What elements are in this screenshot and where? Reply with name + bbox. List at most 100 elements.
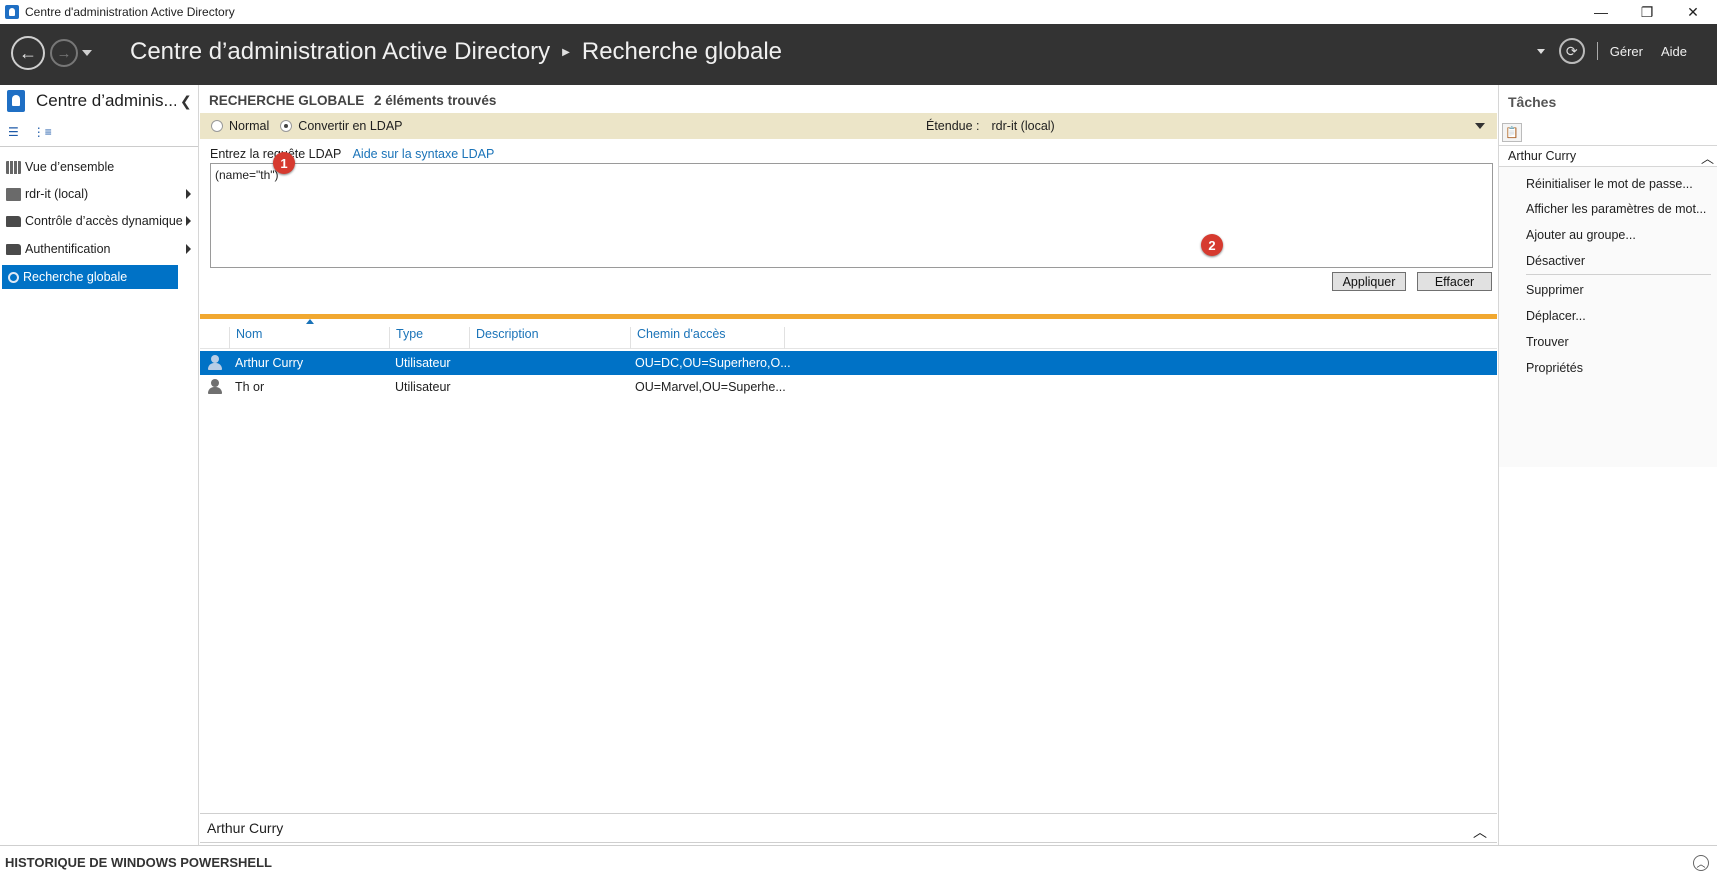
callout-badge-1: 1 bbox=[273, 152, 295, 174]
sidebar-item-authentication[interactable]: Authentification bbox=[0, 237, 199, 261]
search-title: RECHERCHE GLOBALE bbox=[209, 93, 365, 108]
overview-grid-icon bbox=[6, 160, 21, 174]
apply-button[interactable]: Appliquer bbox=[1332, 272, 1406, 291]
sidebar-item-label: Contrôle d’accès dynamique bbox=[25, 214, 183, 228]
arrow-right-icon: → bbox=[56, 44, 72, 62]
arrow-left-icon: ← bbox=[19, 42, 37, 63]
page-title: RECHERCHE GLOBALE 2 éléments trouvés bbox=[209, 93, 496, 108]
window-title: Centre d'administration Active Directory bbox=[25, 5, 235, 19]
manage-menu[interactable]: Gérer bbox=[1610, 44, 1643, 59]
column-header-path[interactable]: Chemin d'accès bbox=[630, 327, 785, 349]
radio-normal-label: Normal bbox=[229, 119, 270, 133]
breadcrumb-current[interactable]: Recherche globale bbox=[582, 38, 782, 66]
ldap-query-input[interactable] bbox=[210, 163, 1493, 268]
task-move[interactable]: Déplacer... bbox=[1526, 309, 1586, 323]
ad-app-icon bbox=[5, 5, 19, 19]
header-dropdown-icon[interactable] bbox=[1536, 48, 1545, 54]
history-dropdown-icon[interactable] bbox=[82, 50, 92, 56]
tree-view-icon[interactable]: ⋮≡ bbox=[33, 125, 52, 139]
sidebar-item-label: Recherche globale bbox=[23, 270, 128, 284]
chevron-up-icon[interactable]: ︿ bbox=[1473, 822, 1487, 842]
expand-arrow-icon[interactable] bbox=[186, 216, 191, 226]
radio-ldap-indicator[interactable] bbox=[280, 120, 293, 132]
detail-title: Arthur Curry bbox=[207, 820, 284, 836]
callout-badge-2: 2 bbox=[1201, 234, 1223, 256]
expand-up-icon[interactable]: ︿ bbox=[1693, 855, 1709, 871]
user-icon bbox=[208, 355, 222, 370]
list-view-icon[interactable]: ☰ bbox=[8, 125, 19, 139]
task-properties[interactable]: Propriétés bbox=[1526, 361, 1583, 375]
folder-icon bbox=[6, 243, 21, 255]
radio-ldap[interactable]: Convertir en LDAP bbox=[280, 119, 403, 133]
app-header: ← → Centre d’administration Active Direc… bbox=[0, 24, 1717, 85]
scope-label: Étendue : bbox=[926, 119, 980, 133]
column-header-description[interactable]: Description bbox=[469, 327, 630, 349]
tasks-title: Tâches bbox=[1508, 94, 1557, 110]
navigation-pane: Centre d’adminis... ❮ ☰ ⋮≡ Vue d’ensembl… bbox=[0, 85, 199, 845]
task-add-to-group[interactable]: Ajouter au groupe... bbox=[1526, 228, 1636, 242]
sidebar-item-label: rdr-it (local) bbox=[25, 187, 89, 201]
close-button[interactable]: ✕ bbox=[1670, 0, 1716, 24]
detail-pane-header[interactable]: Arthur Curry ︿ bbox=[200, 813, 1497, 843]
search-options-bar: Normal Convertir en LDAP Étendue : rdr-i… bbox=[200, 113, 1497, 139]
tasks-pane: Tâches 📋 Arthur Curry ︿ Réinitialiser le… bbox=[1498, 85, 1717, 845]
column-header-name[interactable]: Nom bbox=[229, 327, 389, 349]
clipboard-icon[interactable]: 📋 bbox=[1502, 123, 1522, 142]
cell-type: Utilisateur bbox=[395, 356, 451, 370]
task-delete[interactable]: Supprimer bbox=[1526, 283, 1584, 297]
cell-name: Th or bbox=[235, 380, 265, 394]
breadcrumb-separator-icon: ▶ bbox=[562, 46, 570, 58]
powershell-history-bar[interactable]: HISTORIQUE DE WINDOWS POWERSHELL ︿ bbox=[0, 845, 1717, 878]
chevron-down-icon[interactable] bbox=[1475, 123, 1485, 129]
window-titlebar: Centre d'administration Active Directory bbox=[0, 0, 1717, 24]
radio-ldap-label: Convertir en LDAP bbox=[298, 119, 403, 133]
ad-center-icon bbox=[7, 90, 25, 112]
result-count: 2 éléments trouvés bbox=[374, 93, 497, 108]
breadcrumb-root[interactable]: Centre d’administration Active Directory bbox=[130, 38, 550, 66]
header-divider bbox=[1596, 42, 1598, 60]
ldap-syntax-help-link[interactable]: Aide sur la syntaxe LDAP bbox=[353, 147, 495, 161]
sidebar-item-label: Vue d’ensemble bbox=[25, 160, 115, 174]
expand-arrow-icon[interactable] bbox=[186, 244, 191, 254]
back-button[interactable]: ← bbox=[11, 36, 45, 70]
cell-type: Utilisateur bbox=[395, 380, 451, 394]
task-find[interactable]: Trouver bbox=[1526, 335, 1569, 349]
help-menu[interactable]: Aide bbox=[1661, 44, 1687, 59]
navigation-header: Centre d’adminis... ❮ bbox=[0, 85, 198, 117]
sidebar-item-overview[interactable]: Vue d’ensemble bbox=[0, 155, 199, 179]
sidebar-item-domain[interactable]: rdr-it (local) bbox=[0, 182, 199, 206]
user-icon bbox=[208, 379, 222, 394]
search-icon bbox=[8, 271, 19, 283]
column-header-type[interactable]: Type bbox=[389, 327, 469, 349]
radio-normal-indicator[interactable] bbox=[211, 120, 223, 132]
query-label-row: Entrez la requête LDAP Aide sur la synta… bbox=[210, 147, 494, 161]
collapse-pane-icon[interactable]: ❮ bbox=[180, 93, 192, 110]
table-row[interactable]: Arthur Curry Utilisateur OU=DC,OU=Superh… bbox=[200, 351, 1497, 375]
refresh-icon[interactable]: ⟳ bbox=[1558, 38, 1585, 64]
forward-button[interactable]: → bbox=[50, 39, 78, 67]
cell-path: OU=DC,OU=Superhero,O... bbox=[635, 356, 791, 370]
sidebar-item-label: Authentification bbox=[25, 242, 111, 256]
task-disable[interactable]: Désactiver bbox=[1526, 254, 1585, 268]
domain-server-icon bbox=[6, 187, 21, 201]
table-row[interactable]: Th or Utilisateur OU=Marvel,OU=Superhe..… bbox=[200, 375, 1497, 399]
task-reset-password[interactable]: Réinitialiser le mot de passe... bbox=[1526, 177, 1693, 191]
cell-name: Arthur Curry bbox=[235, 356, 304, 370]
clear-button[interactable]: Effacer bbox=[1417, 272, 1492, 291]
folder-icon bbox=[6, 215, 21, 227]
task-password-settings[interactable]: Afficher les paramètres de mot... bbox=[1526, 202, 1706, 216]
radio-normal[interactable]: Normal bbox=[211, 119, 269, 133]
scope-selector[interactable]: Étendue : rdr-it (local) bbox=[926, 119, 1055, 133]
scope-value[interactable]: rdr-it (local) bbox=[992, 119, 1055, 133]
powershell-history-label: HISTORIQUE DE WINDOWS POWERSHELL bbox=[5, 854, 272, 870]
tasks-section-header[interactable]: Arthur Curry ︿ bbox=[1499, 145, 1717, 167]
sort-ascending-icon bbox=[306, 319, 314, 324]
cell-path: OU=Marvel,OU=Superhe... bbox=[635, 380, 786, 394]
chevron-up-icon[interactable]: ︿ bbox=[1701, 148, 1714, 167]
minimize-button[interactable]: — bbox=[1578, 0, 1624, 24]
sidebar-item-global-search[interactable]: Recherche globale bbox=[2, 265, 178, 289]
global-search-panel: RECHERCHE GLOBALE 2 éléments trouvés Nor… bbox=[200, 85, 1497, 845]
expand-arrow-icon[interactable] bbox=[186, 189, 191, 199]
restore-button[interactable]: ❐ bbox=[1624, 0, 1670, 24]
sidebar-item-dynamic-access-control[interactable]: Contrôle d’accès dynamique bbox=[0, 209, 199, 233]
